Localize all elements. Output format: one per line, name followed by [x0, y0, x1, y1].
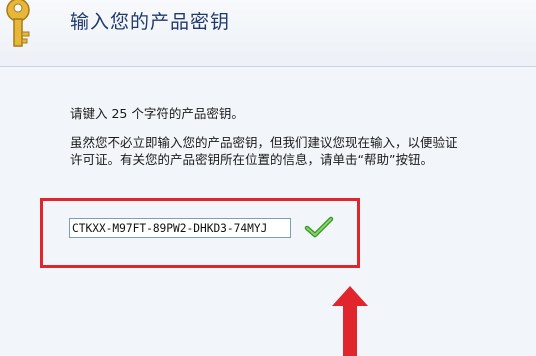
- product-key-input[interactable]: [69, 218, 291, 238]
- checkmark-icon: [304, 216, 334, 238]
- description-line-2: 许可证。有关您的产品密钥所在位置的信息，请单击“帮助”按钮。: [70, 152, 433, 167]
- key-icon: [6, 0, 30, 47]
- page-title: 输入您的产品密钥: [70, 11, 231, 33]
- arrow-up-icon: [332, 286, 368, 356]
- instruction-text: 请键入 25 个字符的产品密钥。: [70, 106, 244, 121]
- wizard-header: 输入您的产品密钥: [0, 0, 536, 66]
- description-line-1: 虽然您不必立即输入您的产品密钥，但我们建议您现在输入，以便验证: [70, 135, 458, 150]
- description-text: 虽然您不必立即输入您的产品密钥，但我们建议您现在输入，以便验证 许可证。有关您的…: [70, 134, 536, 168]
